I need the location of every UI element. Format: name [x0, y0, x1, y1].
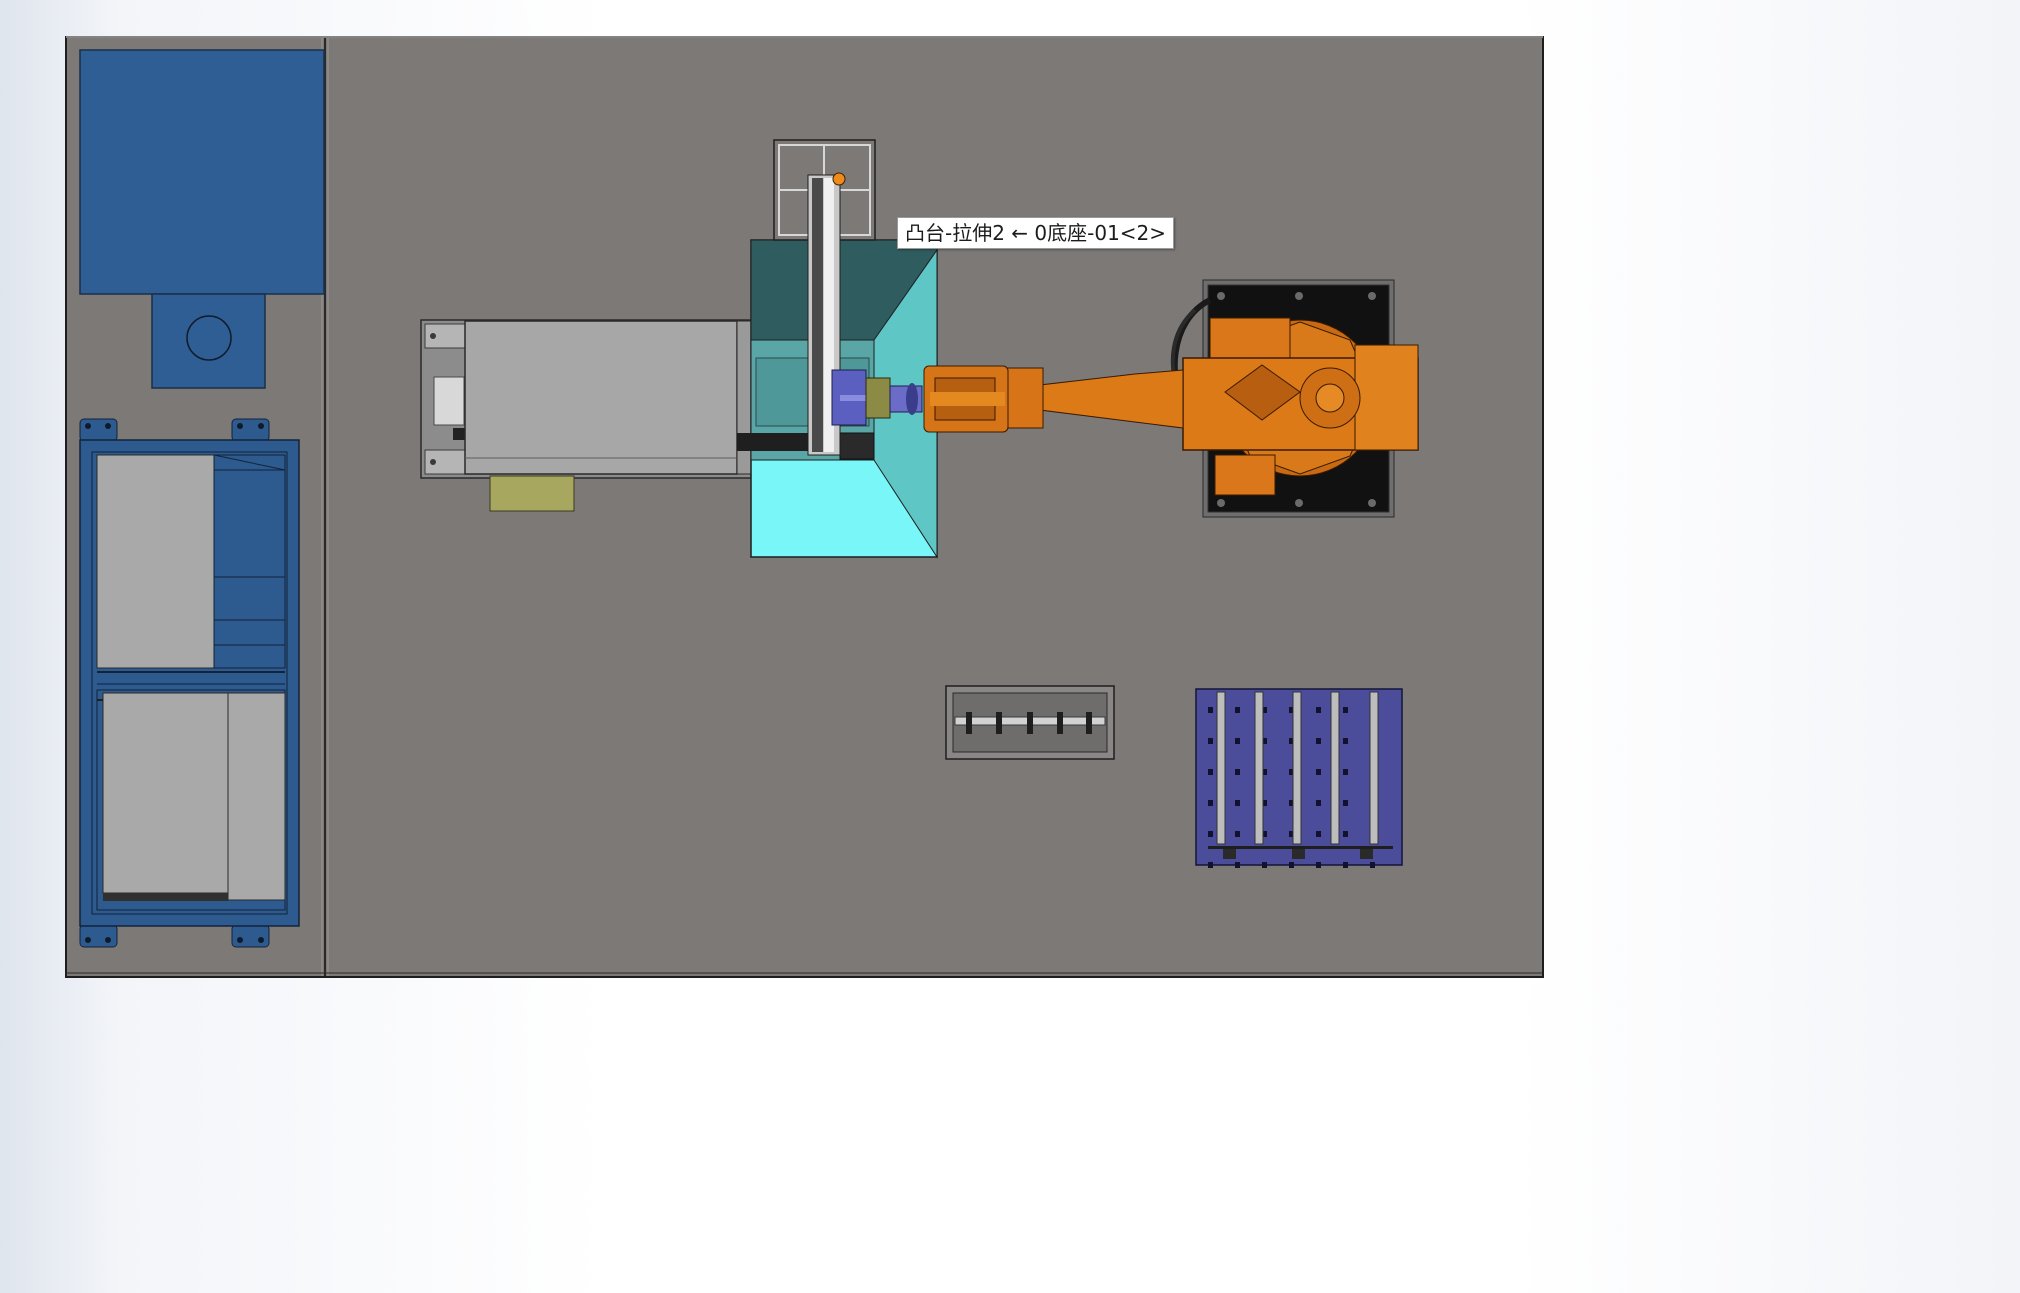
pallet-hole — [1316, 769, 1321, 775]
pallet-hole — [1343, 738, 1348, 744]
pallet-hole — [1208, 769, 1213, 775]
pallet-hole — [1262, 862, 1267, 868]
selection-tooltip-text: 凸台-拉伸2 ← 0底座-01<2> — [905, 221, 1167, 245]
pallet-rod — [1330, 691, 1340, 845]
pallet-clamp — [1223, 849, 1236, 859]
selection-tooltip: 凸台-拉伸2 ← 0底座-01<2> — [897, 217, 1175, 249]
pallet-hole — [1208, 862, 1213, 868]
pallet-hole — [1343, 769, 1348, 775]
cad-viewport[interactable]: 凸台-拉伸2 ← 0底座-01<2> — [0, 0, 1568, 1002]
pallet-rod — [1254, 691, 1264, 845]
material-pallet[interactable] — [1195, 688, 1403, 868]
pallet-hole — [1370, 862, 1375, 868]
pallet-hole — [1343, 707, 1348, 713]
pallet-hole — [1235, 707, 1240, 713]
pallet-hole — [1343, 831, 1348, 837]
part-tray[interactable] — [945, 685, 1115, 760]
pallet-hole — [1235, 800, 1240, 806]
pallet-rod — [1369, 691, 1379, 845]
pallet-hole — [1208, 831, 1213, 837]
pallet-rod — [1216, 691, 1226, 845]
pallet-hole — [1208, 707, 1213, 713]
pallet-hole — [1316, 707, 1321, 713]
pallet-hole — [1316, 738, 1321, 744]
pallet-hole — [1343, 800, 1348, 806]
pallet-hole — [1208, 800, 1213, 806]
pallet-clamp — [1360, 849, 1373, 859]
pallet-hole — [1343, 862, 1348, 868]
pallet-rail — [1208, 846, 1393, 849]
pallet-clamp — [1292, 849, 1305, 859]
pallet-hole — [1316, 800, 1321, 806]
pallet-hole — [1235, 769, 1240, 775]
pallet-hole — [1316, 862, 1321, 868]
storage-rack[interactable] — [79, 418, 300, 948]
cell-layout-top-view[interactable] — [0, 0, 1568, 1002]
pallet-hole — [1208, 738, 1213, 744]
pallet-hole — [1235, 831, 1240, 837]
pallet-hole — [1235, 862, 1240, 868]
pallet-hole — [1235, 738, 1240, 744]
pallet-hole — [1289, 862, 1294, 868]
pallet-hole — [1316, 831, 1321, 837]
pallet-rod — [1292, 691, 1302, 845]
